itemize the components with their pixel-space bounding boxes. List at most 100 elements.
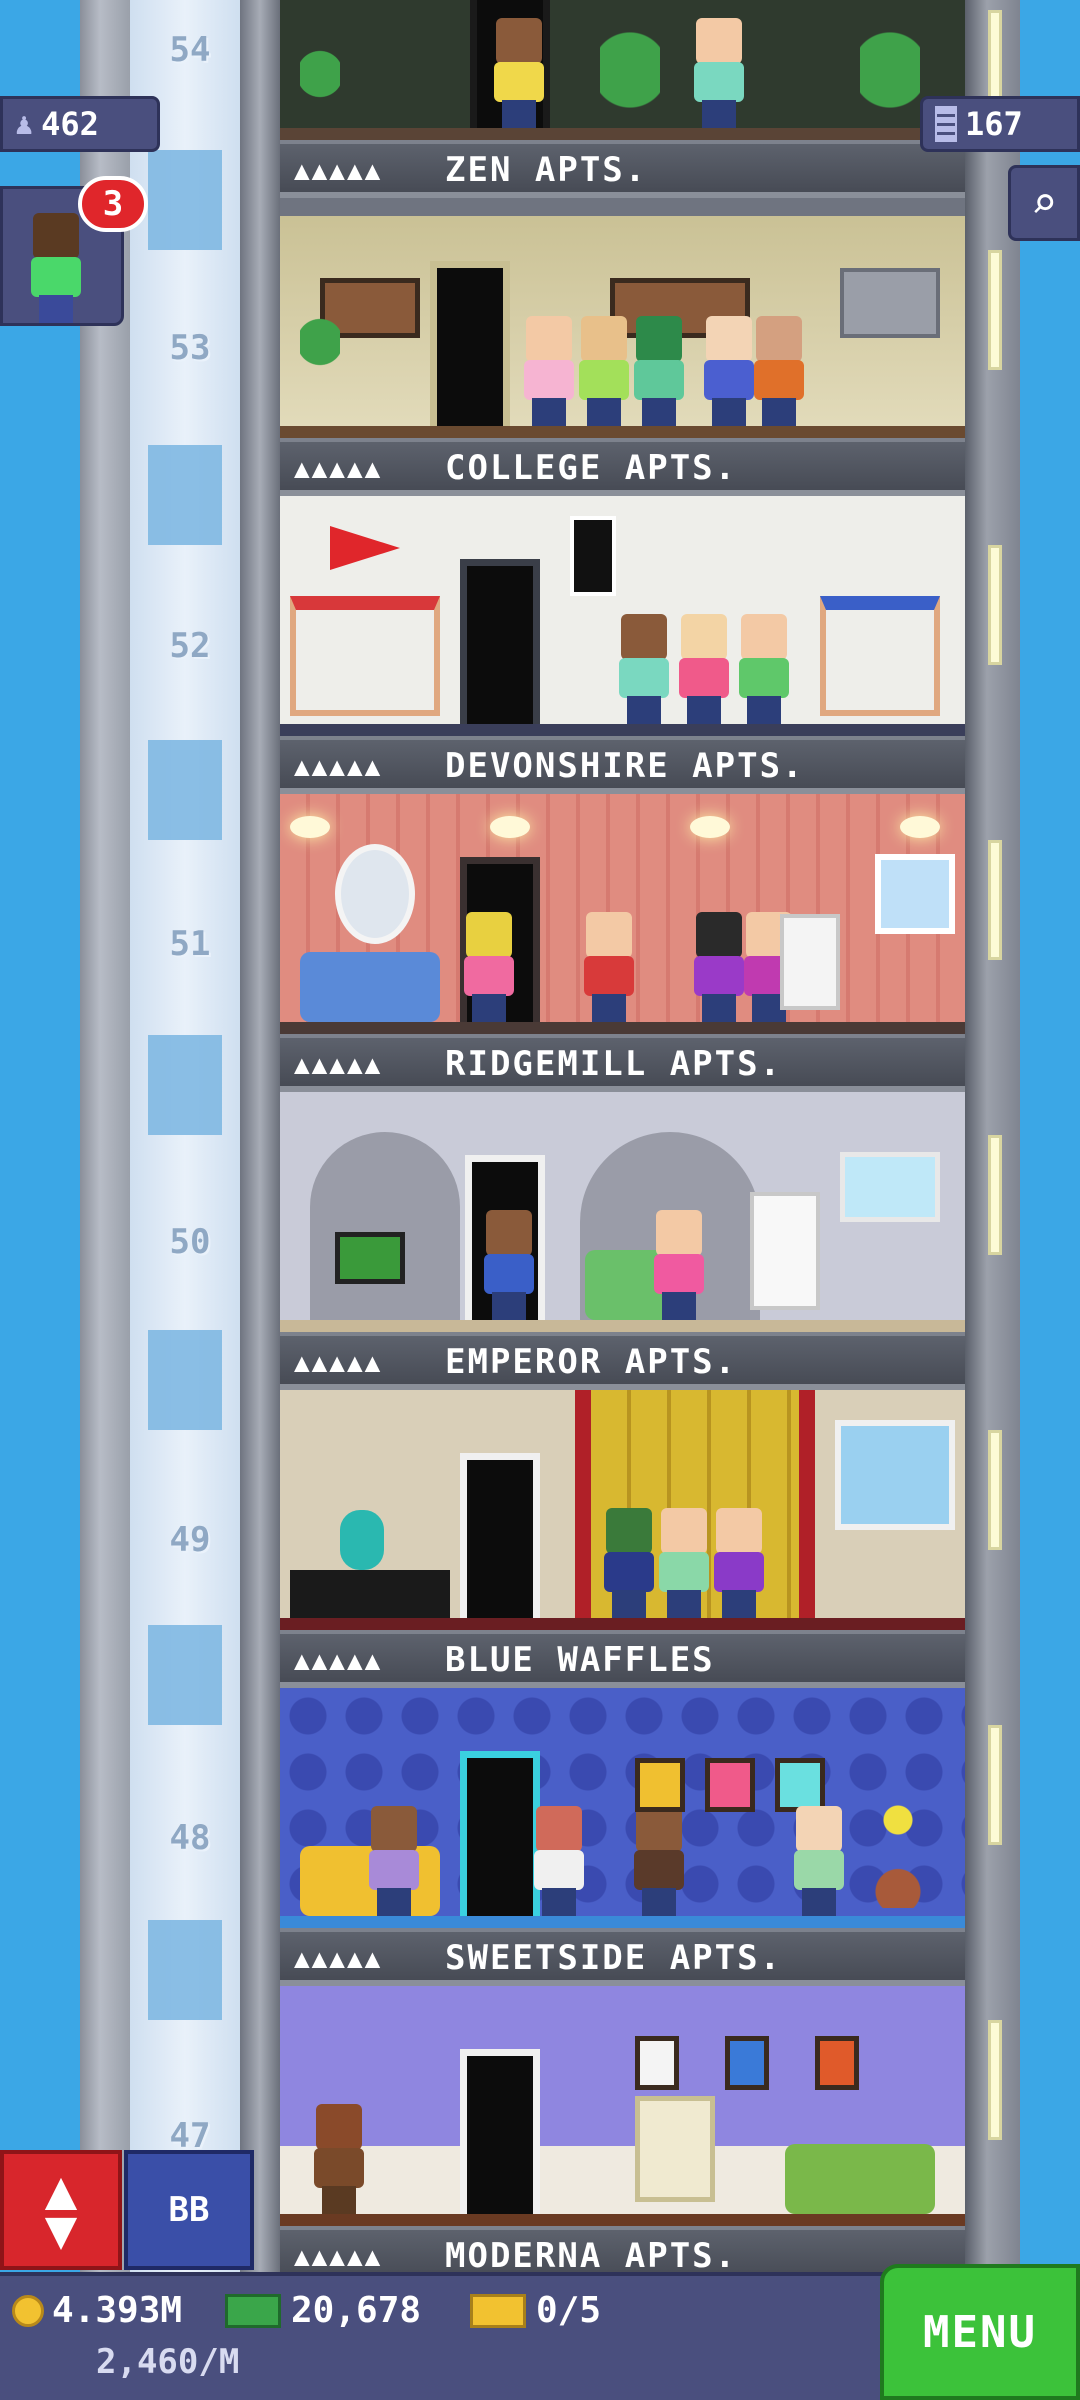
bb-button[interactable]: BB xyxy=(124,2150,254,2270)
room xyxy=(280,198,965,438)
plant xyxy=(300,50,340,110)
door xyxy=(460,2049,540,2214)
floor-stars: ▲▲▲▲▲ xyxy=(294,454,383,484)
tenant[interactable] xyxy=(630,1806,688,1916)
floor-label-bar[interactable]: ▲▲▲▲▲ BLUE WAFFLES xyxy=(280,1630,965,1688)
retro-tv xyxy=(635,2096,715,2202)
tenant[interactable] xyxy=(520,316,578,426)
tenant[interactable] xyxy=(735,614,793,724)
population-badge[interactable]: ♟ 462 xyxy=(0,96,160,152)
vase xyxy=(340,1510,384,1570)
fridge xyxy=(750,1192,820,1310)
floors-badge[interactable]: 167 xyxy=(920,96,1080,152)
room xyxy=(280,1092,965,1332)
floor-name: RIDGEMILL APTS. xyxy=(445,1044,783,1084)
plant xyxy=(860,30,920,130)
floor-ridgemill-apts[interactable]: ▲▲▲▲▲ RIDGEMILL APTS. xyxy=(280,794,965,1092)
floor-moderna-apts[interactable]: ▲▲▲▲▲ MODERNA APTS. xyxy=(280,1986,965,2284)
pennant-flag xyxy=(330,526,400,570)
elevator-button[interactable]: ▲ ▼ xyxy=(0,2150,122,2270)
tenant[interactable] xyxy=(630,316,688,426)
floor-stars: ▲▲▲▲▲ xyxy=(294,2242,383,2272)
tenant[interactable] xyxy=(480,1210,538,1320)
oval-mirror xyxy=(335,844,415,944)
floor-name: MODERNA APTS. xyxy=(445,2236,738,2276)
tenant[interactable] xyxy=(615,614,673,724)
elevator-shaft-inner-wall xyxy=(240,0,280,2400)
tenant[interactable] xyxy=(750,316,808,426)
vip-display[interactable]: 0/5 xyxy=(470,2290,601,2331)
floor-stars: ▲▲▲▲▲ xyxy=(294,1646,383,1676)
person-icon: ♟ xyxy=(15,106,34,142)
notification-badge[interactable]: 3 xyxy=(78,176,148,232)
floor-label-bar[interactable]: ▲▲▲▲▲ RIDGEMILL APTS. xyxy=(280,1034,965,1092)
population-count: 462 xyxy=(41,105,99,143)
room xyxy=(280,1688,965,1928)
fridge xyxy=(840,268,940,338)
floor-name: SWEETSIDE APTS. xyxy=(445,1938,783,1978)
tenant[interactable] xyxy=(490,18,548,128)
tenant[interactable] xyxy=(365,1806,423,1916)
window xyxy=(835,1420,955,1530)
door xyxy=(430,261,510,426)
frame-window xyxy=(988,1430,1002,1550)
door xyxy=(460,1453,540,1618)
portrait xyxy=(635,1758,685,1812)
floor-devonshire-apts[interactable]: ▲▲▲▲▲ DEVONSHIRE APTS. xyxy=(280,496,965,794)
floor-emperor-apts[interactable]: ▲▲▲▲▲ EMPEROR APTS. xyxy=(280,1092,965,1390)
portrait xyxy=(775,1758,825,1812)
frame-window xyxy=(988,1135,1002,1255)
building-icon xyxy=(935,106,957,142)
floor-name: COLLEGE APTS. xyxy=(445,448,738,488)
floor-stars: ▲▲▲▲▲ xyxy=(294,1944,383,1974)
floor-number: 53 xyxy=(169,328,211,368)
floor-blue-waffles[interactable]: ▲▲▲▲▲ BLUE WAFFLES xyxy=(280,1390,965,1688)
tenant[interactable] xyxy=(690,18,748,128)
tenant[interactable] xyxy=(600,1508,658,1618)
floor-label-bar[interactable]: ▲▲▲▲▲ EMPEROR APTS. xyxy=(280,1332,965,1390)
floor-number: 54 xyxy=(169,30,211,70)
room xyxy=(280,1390,965,1630)
floor-label-bar[interactable]: ▲▲▲▲▲ ZEN APTS. xyxy=(280,140,965,198)
tenant[interactable] xyxy=(530,1806,588,1916)
coin-icon xyxy=(12,2294,44,2327)
plant xyxy=(300,318,340,378)
sky-left xyxy=(0,0,80,2400)
tenant[interactable] xyxy=(675,614,733,724)
flower-pot xyxy=(870,1798,926,1908)
tenant[interactable] xyxy=(580,912,638,1022)
tenant[interactable] xyxy=(460,912,518,1022)
floor-college-apts[interactable]: ▲▲▲▲▲ COLLEGE APTS. xyxy=(280,198,965,496)
frame-window xyxy=(988,1725,1002,1845)
floor-number: 52 xyxy=(169,626,211,666)
floor-sweetside-apts[interactable]: ▲▲▲▲▲ SWEETSIDE APTS. xyxy=(280,1688,965,1986)
door xyxy=(460,559,540,724)
tenant[interactable] xyxy=(790,1806,848,1916)
menu-button[interactable]: MENU xyxy=(880,2264,1080,2400)
floor-number: 49 xyxy=(169,1520,211,1560)
floor-number: 51 xyxy=(169,924,211,964)
coins-display[interactable]: 4.393M xyxy=(12,2290,182,2331)
vip-amount: 0/5 xyxy=(536,2290,602,2331)
tenant[interactable] xyxy=(310,2104,368,2214)
floor-label-bar[interactable]: ▲▲▲▲▲ DEVONSHIRE APTS. xyxy=(280,736,965,794)
sky-right xyxy=(1020,0,1080,2400)
search-button[interactable]: ⌕ xyxy=(1008,165,1080,241)
window xyxy=(875,854,955,934)
floor-label-bar[interactable]: ▲▲▲▲▲ COLLEGE APTS. xyxy=(280,438,965,496)
tenant[interactable] xyxy=(655,1508,713,1618)
computer-desk xyxy=(820,596,940,716)
portrait xyxy=(705,1758,755,1812)
tenant[interactable] xyxy=(710,1508,768,1618)
art-frame xyxy=(725,2036,769,2090)
floor-name: EMPEROR APTS. xyxy=(445,1342,738,1382)
coins-amount: 4.393M xyxy=(52,2290,183,2331)
visitor-avatar xyxy=(27,213,85,323)
tenant[interactable] xyxy=(650,1210,708,1320)
up-down-arrows-icon: ▲ ▼ xyxy=(44,2158,78,2261)
floor-label-bar[interactable]: ▲▲▲▲▲ SWEETSIDE APTS. xyxy=(280,1928,965,1986)
bux-display[interactable]: 20,678 xyxy=(225,2290,421,2331)
tenant[interactable] xyxy=(575,316,633,426)
plant xyxy=(600,30,660,130)
floor-zen-apts[interactable]: ▲▲▲▲▲ ZEN APTS. xyxy=(280,0,965,198)
